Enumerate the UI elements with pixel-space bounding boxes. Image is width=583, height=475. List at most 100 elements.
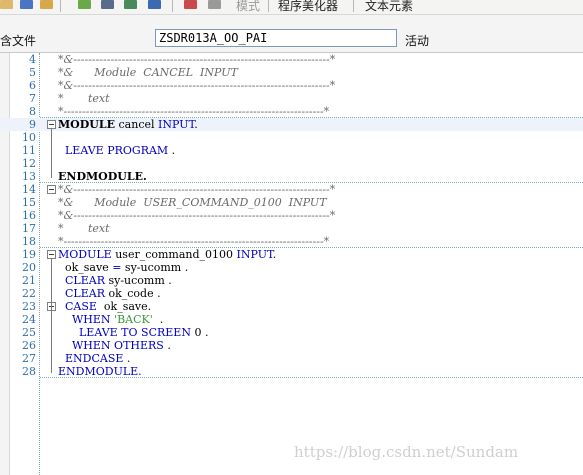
code-token: WHEN OTHERS <box>72 339 164 352</box>
code-token: 'BACK' <box>114 313 153 326</box>
line-number: 23 <box>22 300 36 313</box>
code-line[interactable]: 15 *& Module USER_COMMAND_0100 INPUT <box>0 196 583 209</box>
code-token: ENDCASE <box>65 352 124 365</box>
code-line[interactable]: 4 *&-------------------------------------… <box>0 53 583 66</box>
block-structure-line <box>51 258 52 373</box>
line-number: 8 <box>29 105 36 118</box>
line-number: 6 <box>29 79 36 92</box>
toolbar-separator <box>172 0 173 12</box>
code-line[interactable]: 14 *&------------------------------------… <box>0 183 583 196</box>
code-line[interactable]: 22 CLEAR ok_code . <box>0 287 583 300</box>
code-line[interactable]: 13 ENDMODULE. <box>0 170 583 183</box>
code-token: MODULE <box>58 248 112 261</box>
line-number: 19 <box>22 248 36 261</box>
transport-icon[interactable] <box>40 0 53 9</box>
code-text: CASE ok_save. <box>58 300 151 313</box>
line-number: 9 <box>29 118 36 131</box>
line-number: 18 <box>22 235 36 248</box>
code-line[interactable]: 9 MODULE cancel INPUT. <box>0 118 583 131</box>
code-text: *& Module CANCEL INPUT <box>58 66 238 79</box>
code-token: . <box>272 248 277 261</box>
delete-icon[interactable] <box>208 0 221 9</box>
code-line[interactable]: 24 WHEN 'BACK' . <box>0 313 583 326</box>
line-number: 5 <box>29 66 36 79</box>
code-line[interactable]: 23 CASE ok_save. <box>0 300 583 313</box>
code-token: INPUT <box>158 118 195 131</box>
code-line[interactable]: 17 * text <box>0 222 583 235</box>
code-token: sy-ucomm <box>121 261 185 274</box>
code-token: . <box>123 352 131 365</box>
align-icon[interactable] <box>101 0 114 9</box>
toolbar-text-elements-button[interactable]: 文本元素 <box>365 0 413 14</box>
program-name-field[interactable]: ZSDR013A_OO_PAI <box>155 29 397 47</box>
code-line[interactable]: 10 <box>0 131 583 144</box>
toolbar-separator <box>60 0 61 12</box>
save-icon[interactable] <box>20 0 33 9</box>
code-token: . <box>163 339 171 352</box>
code-token: LEAVE PROGRAM <box>65 144 169 157</box>
code-line[interactable]: 20 ok_save = sy-ucomm . <box>0 261 583 274</box>
code-token: CLEAR <box>65 287 105 300</box>
display-object-icon[interactable] <box>184 0 197 9</box>
toolbar-pretty-printer-button[interactable]: 程序美化器 <box>278 0 338 14</box>
code-text: ok_save = sy-ucomm . <box>58 261 188 274</box>
code-line[interactable]: 19 MODULE user_command_0100 INPUT. <box>0 248 583 261</box>
hierarchy-icon[interactable] <box>78 0 91 9</box>
code-token: . <box>152 313 164 326</box>
code-token: *&--------------------------------------… <box>58 209 336 222</box>
code-line[interactable]: 5 *& Module CANCEL INPUT <box>0 66 583 79</box>
code-token: ok_code <box>104 287 158 300</box>
code-line[interactable]: 26 WHEN OTHERS . <box>0 339 583 352</box>
code-token: . <box>168 144 176 157</box>
code-token: CLEAR <box>65 274 105 287</box>
code-line[interactable]: 25 LEAVE TO SCREEN 0 . <box>0 326 583 339</box>
code-text: MODULE user_command_0100 INPUT. <box>58 248 276 261</box>
code-line[interactable]: 27 ENDCASE . <box>0 352 583 365</box>
code-line[interactable]: 8 *--------------------------------------… <box>0 105 583 118</box>
line-number: 22 <box>22 287 36 300</box>
code-text: *&--------------------------------------… <box>58 183 335 196</box>
collapse-block-icon[interactable] <box>47 185 56 194</box>
code-line[interactable]: 11 LEAVE PROGRAM . <box>0 144 583 157</box>
line-number: 14 <box>22 183 36 196</box>
program-status: 活动 <box>405 34 430 48</box>
line-number: 26 <box>22 339 36 352</box>
code-line[interactable]: 28 ENDMODULE. <box>0 365 583 378</box>
program-header: 含文件 ZSDR013A_OO_PAI 活动 <box>0 15 583 53</box>
code-text: MODULE cancel INPUT. <box>58 118 198 131</box>
code-line[interactable]: 16 *&------------------------------------… <box>0 209 583 222</box>
info-icon[interactable] <box>148 0 161 9</box>
pencil-icon[interactable] <box>0 0 13 9</box>
line-number: 10 <box>22 131 36 144</box>
watermark-text: https://blog.csdn.net/Sundam <box>294 443 519 461</box>
code-token: *&--------------------------------------… <box>58 79 336 92</box>
abap-code-editor[interactable]: 4 *&-------------------------------------… <box>0 53 583 475</box>
code-text: *&--------------------------------------… <box>58 79 335 92</box>
line-number: 11 <box>22 144 36 157</box>
code-token: ok_save. <box>96 300 152 313</box>
tree-icon[interactable] <box>124 0 137 9</box>
code-line[interactable]: 6 *&-------------------------------------… <box>0 79 583 92</box>
line-number: 25 <box>22 326 36 339</box>
block-divider <box>40 377 583 378</box>
code-line[interactable]: 7 * text <box>0 92 583 105</box>
code-line[interactable]: 12 <box>0 157 583 170</box>
code-text: *&--------------------------------------… <box>58 209 335 222</box>
code-text: WHEN OTHERS . <box>58 339 171 352</box>
toolbar-mode-button[interactable]: 模式 <box>236 0 260 14</box>
code-line[interactable]: 21 CLEAR sy-ucomm . <box>0 274 583 287</box>
toolbar-separator <box>268 0 269 12</box>
code-line[interactable]: 18 *-------------------------------------… <box>0 235 583 248</box>
code-token: WHEN <box>72 313 111 326</box>
line-number: 17 <box>22 222 36 235</box>
line-number: 27 <box>22 352 36 365</box>
line-number: 12 <box>22 157 36 170</box>
code-text: *&--------------------------------------… <box>58 53 335 66</box>
